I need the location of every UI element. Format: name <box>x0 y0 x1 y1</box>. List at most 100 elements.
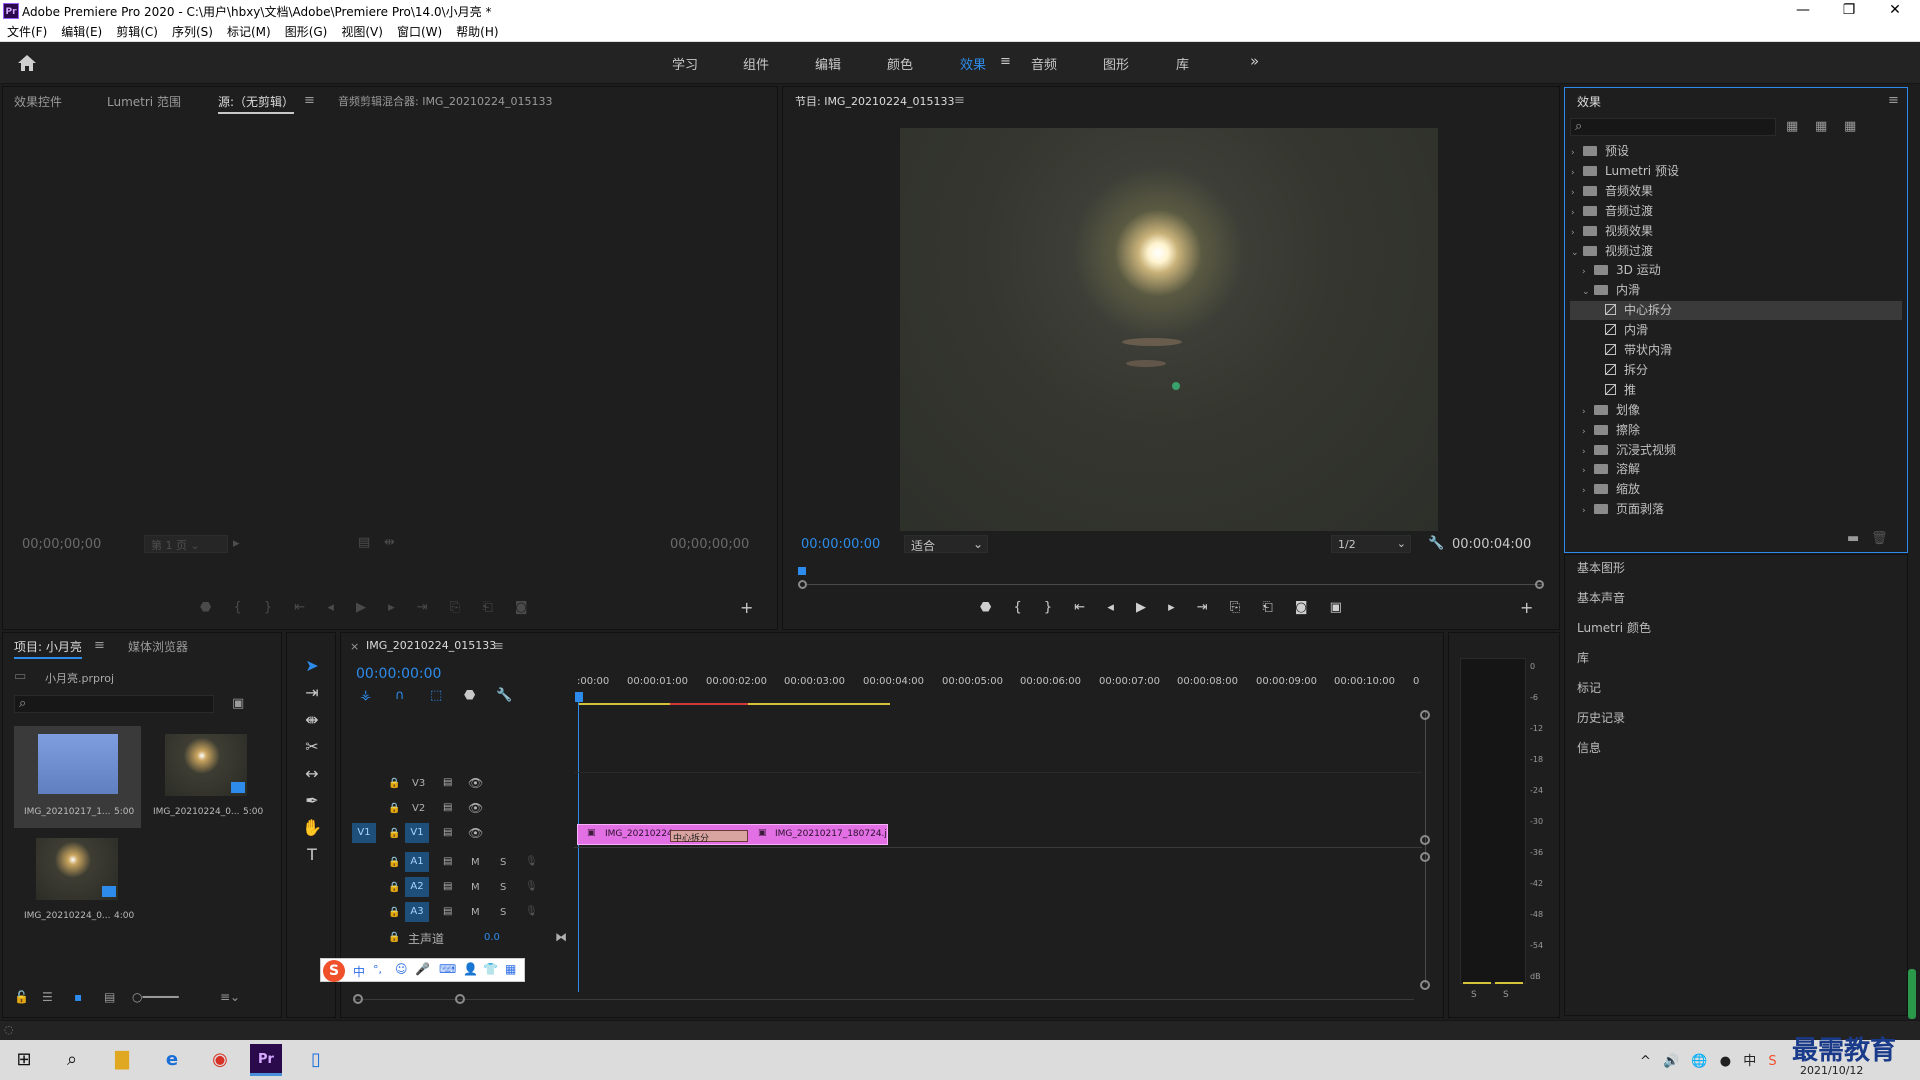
menu-sequence[interactable]: 序列(S) <box>165 22 220 42</box>
sync-lock-icon[interactable]: ▤ <box>443 856 452 867</box>
menu-view[interactable]: 视图(V) <box>334 22 390 42</box>
master-volume-value[interactable]: 0.0 <box>484 932 500 943</box>
zoom-handle-right[interactable] <box>1535 580 1544 589</box>
ime-emoji-icon[interactable]: ☺ <box>395 962 408 976</box>
project-item-2[interactable]: IMG_20210224_0... 5:00 <box>143 726 270 828</box>
program-timecode[interactable]: 00:00:00:00 <box>801 537 880 552</box>
section-lumetri-color[interactable]: Lumetri 颜色 <box>1577 619 1651 636</box>
effect-folder[interactable]: › 音频过渡 <box>1571 202 1653 221</box>
menu-marker[interactable]: 标记(M) <box>220 22 278 42</box>
windows-start-icon[interactable]: ⊞ <box>8 1044 40 1076</box>
snap-icon[interactable]: ∩ <box>395 688 405 703</box>
selection-tool-icon[interactable]: ➤ <box>300 652 324 679</box>
lock-icon[interactable]: 🔓 <box>14 990 29 1004</box>
effect-folder[interactable]: › 擦除 <box>1582 421 1640 440</box>
effect-folder[interactable]: › 音频效果 <box>1571 182 1653 201</box>
clip-1-label[interactable]: IMG_20210224 <box>605 829 673 839</box>
chevron-right-icon[interactable]: › <box>1571 228 1583 238</box>
sequence-menu-icon[interactable]: ≡ <box>493 640 504 654</box>
program-title[interactable]: 节目: IMG_20210224_015133 <box>795 93 954 111</box>
chevron-right-icon[interactable]: › <box>1571 168 1583 178</box>
lock-icon[interactable]: 🔒 <box>388 828 400 839</box>
close-sequence-icon[interactable]: × <box>350 640 359 654</box>
effect-item[interactable]: 中心拆分 <box>1570 301 1902 321</box>
program-transport-controls[interactable]: ⬣ { } ⇤ ◂ ▶ ▸ ⇥ ⎘ ⎗ ◙ ▣ <box>980 600 1400 616</box>
lock-icon[interactable]: 🔒 <box>388 932 400 943</box>
zoom-slider[interactable]: ○━━━━━ <box>132 990 179 1004</box>
source-settings-icon[interactable]: ▤ <box>358 536 370 550</box>
effect-item[interactable]: 内滑 <box>1593 321 1648 340</box>
chevron-right-icon[interactable]: › <box>1571 188 1583 198</box>
razor-tool-icon[interactable]: ✂ <box>300 733 324 760</box>
program-menu-icon[interactable]: ≡ <box>954 94 965 108</box>
effect-folder[interactable]: › 缩放 <box>1582 480 1640 499</box>
effect-folder[interactable]: ⌄ 内滑 <box>1582 281 1640 300</box>
volume-icon[interactable]: 🔊 <box>1663 1054 1679 1069</box>
effect-folder[interactable]: › 划像 <box>1582 401 1640 420</box>
microphone-icon[interactable]: 🎙 <box>525 856 538 867</box>
clip-2-label[interactable]: IMG_20210217_180724.j <box>775 829 887 839</box>
type-tool-icon[interactable]: T <box>300 841 324 868</box>
zoom-handle-right[interactable] <box>455 994 465 1004</box>
ime-keyboard-icon[interactable]: ⌨ <box>439 962 456 976</box>
tab-audio-clip-mixer[interactable]: 音频剪辑混合器: IMG_20210224_015133 <box>338 93 552 109</box>
effects-search-input[interactable]: ⌕ <box>1570 118 1776 136</box>
project-search-input[interactable]: ⌕ <box>14 695 214 713</box>
solo-button[interactable]: S <box>500 882 506 893</box>
new-bin-icon[interactable]: ▬ <box>1847 532 1859 546</box>
chevron-right-icon[interactable]: › <box>1571 208 1583 218</box>
menu-graphics[interactable]: 图形(G) <box>278 22 335 42</box>
sequence-tab[interactable]: IMG_20210224_015133 <box>366 639 496 654</box>
edge-browser-icon[interactable]: e <box>156 1044 188 1076</box>
chevron-right-icon[interactable]: › <box>1582 466 1594 476</box>
timeline-timecode[interactable]: 00:00:00:00 <box>356 666 441 682</box>
effect-folder[interactable]: › 3D 运动 <box>1582 261 1661 280</box>
tab-media-browser[interactable]: 媒体浏览器 <box>128 638 188 655</box>
effect-folder[interactable]: › 页面剥落 <box>1582 500 1664 519</box>
eye-icon[interactable]: 👁 <box>468 826 483 840</box>
sync-lock-icon[interactable]: ▤ <box>443 777 452 788</box>
program-zoom-bar[interactable] <box>806 584 1542 585</box>
track-select-tool-icon[interactable]: ⇥ <box>300 679 324 706</box>
effect-folder[interactable]: › Lumetri 预设 <box>1571 162 1679 181</box>
section-essential-graphics[interactable]: 基本图形 <box>1577 559 1625 576</box>
scroll-handle[interactable] <box>1420 835 1430 845</box>
sync-lock-icon[interactable]: ▤ <box>443 827 452 838</box>
sync-lock-icon[interactable]: ▤ <box>443 906 452 917</box>
tab-lumetri-scopes[interactable]: Lumetri 范围 <box>107 93 181 110</box>
workspace-tab-assembly[interactable]: 组件 <box>743 54 769 73</box>
scroll-handle[interactable] <box>1420 710 1430 720</box>
ripple-edit-tool-icon[interactable]: ⇼ <box>300 706 324 733</box>
horizontal-scrollbar[interactable] <box>354 999 1414 1000</box>
ime-punctuation[interactable]: °, <box>373 963 382 976</box>
scroll-handle[interactable] <box>1420 852 1430 862</box>
ime-skin-icon[interactable]: 👕 <box>483 962 498 976</box>
workspace-tab-editing[interactable]: 编辑 <box>815 54 841 73</box>
timeline-playhead-head[interactable] <box>575 692 583 702</box>
effect-folder[interactable]: › 预设 <box>1571 142 1629 161</box>
section-history[interactable]: 历史记录 <box>1577 709 1625 726</box>
solo-button[interactable]: S <box>500 907 506 918</box>
ime-voice-icon[interactable]: 🎤 <box>415 962 430 976</box>
menu-file[interactable]: 文件(F) <box>0 22 54 42</box>
chevron-right-icon[interactable]: › <box>1582 486 1594 496</box>
workspace-tab-graphics[interactable]: 图形 <box>1103 54 1129 73</box>
chevron-right-icon[interactable]: › <box>1582 447 1594 457</box>
meter-solo-left[interactable]: S <box>1471 990 1477 1000</box>
tab-project[interactable]: 项目: 小月亮 <box>14 638 82 659</box>
transition-center-split[interactable]: 中心拆分 <box>670 830 748 844</box>
icon-view-icon[interactable]: ▪ <box>74 990 82 1004</box>
effect-folder[interactable]: › 沉浸式视频 <box>1582 441 1676 460</box>
vertical-scrollbar[interactable] <box>1425 712 1426 984</box>
chevron-down-icon[interactable]: ⌄ <box>1571 248 1583 258</box>
project-menu-icon[interactable]: ≡ <box>94 639 105 653</box>
section-info[interactable]: 信息 <box>1577 739 1601 756</box>
microphone-icon[interactable]: 🎙 <box>525 906 538 917</box>
ime-chinese-mode[interactable]: 中 <box>353 963 365 980</box>
timeline-settings-icon[interactable]: 🔧 <box>496 688 512 703</box>
workspace-tab-libraries[interactable]: 库 <box>1176 54 1189 73</box>
source-add-button-icon[interactable]: + <box>740 600 753 616</box>
effect-item[interactable]: 拆分 <box>1593 361 1648 380</box>
nest-icon[interactable]: ⚶ <box>360 688 371 703</box>
menu-edit[interactable]: 编辑(E) <box>54 22 109 42</box>
